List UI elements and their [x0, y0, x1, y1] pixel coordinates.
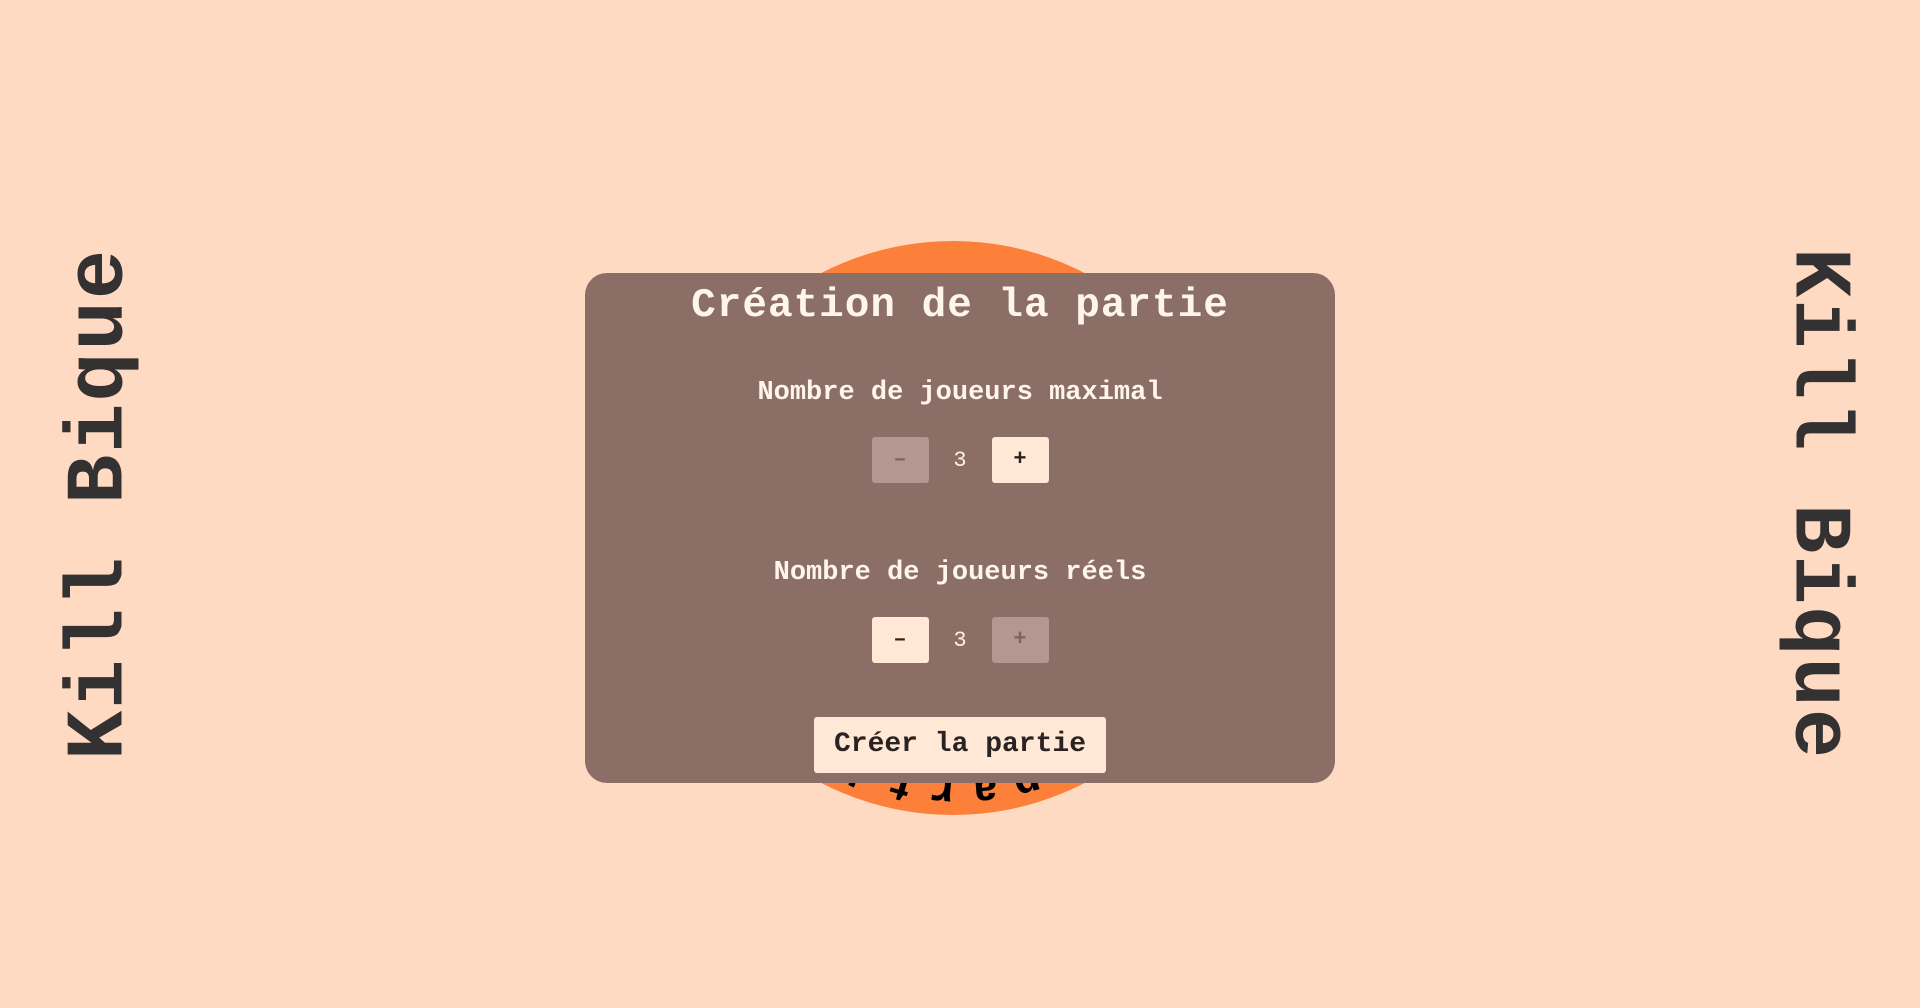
max-players-value: 3: [953, 447, 967, 473]
create-game-button[interactable]: Créer la partie: [813, 717, 1107, 773]
max-players-decrement-button[interactable]: –: [871, 437, 929, 483]
max-players-increment-button[interactable]: +: [991, 437, 1049, 483]
real-players-increment-button[interactable]: +: [991, 617, 1049, 663]
real-players-label: Nombre de joueurs réels: [773, 558, 1147, 588]
create-game-dialog: Création de la partie Nombre de joueurs …: [585, 273, 1335, 783]
dialog-title: Création de la partie: [691, 283, 1229, 329]
max-players-label: Nombre de joueurs maximal: [757, 378, 1163, 408]
real-players-value: 3: [953, 627, 967, 653]
page: Kill Bique Kill Bique Nouvelle partie ● …: [0, 0, 1920, 1008]
real-players-stepper: – 3 +: [585, 617, 1335, 663]
real-players-decrement-button[interactable]: –: [871, 617, 929, 663]
max-players-stepper: – 3 +: [585, 437, 1335, 483]
